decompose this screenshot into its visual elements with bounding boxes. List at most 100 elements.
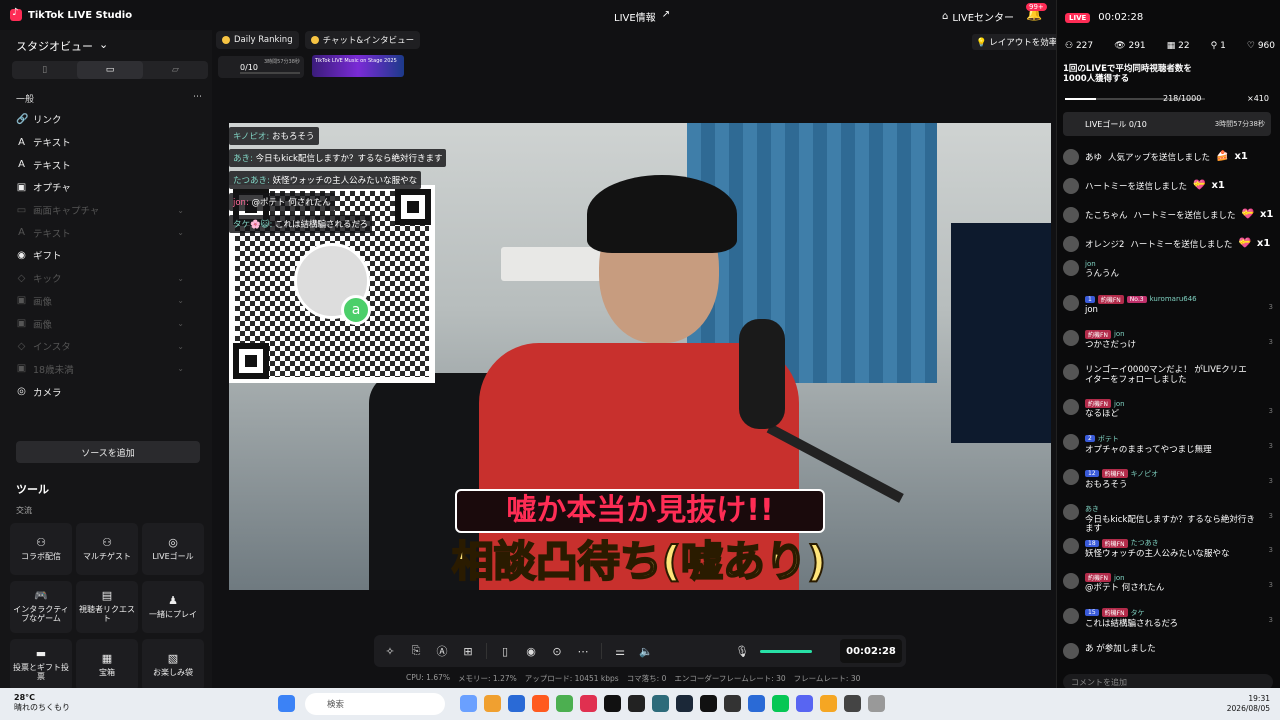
speaker-icon[interactable]: 🔈 xyxy=(638,645,654,658)
comment-user[interactable]: キノピオ xyxy=(1131,469,1159,479)
comment-user[interactable]: kuromaru646 xyxy=(1150,295,1197,303)
comment-item[interactable]: 1 約機FN No.3 kuromaru646 jon 3 xyxy=(1063,293,1275,328)
source-item[interactable]: 🔗 リンク xyxy=(16,108,202,131)
tool-button[interactable]: ⚇ コラボ配信 xyxy=(10,523,72,575)
gift-item[interactable]: たこちゃん ハートミーを送信しました 💝 x1 xyxy=(1063,200,1275,229)
comment-user[interactable]: jon xyxy=(1114,574,1125,582)
chrome-icon[interactable] xyxy=(556,695,573,712)
comment-user[interactable]: タケ xyxy=(1131,608,1145,618)
more-options-icon[interactable]: ⋯ xyxy=(575,645,591,658)
tool-button[interactable]: ♟ 一緒にプレイ xyxy=(142,581,204,633)
comment-item[interactable]: 18 約機FN たつあき 妖怪ウォッチの主人公みたいな服やな 3 xyxy=(1063,536,1275,571)
tool-button[interactable]: ▬ 投票とギフト投票 xyxy=(10,639,72,691)
live-goal-row[interactable]: LIVEゴール 0/10 3時間57分38秒 xyxy=(1063,112,1271,136)
portrait-icon[interactable]: ▯ xyxy=(497,645,513,658)
source-item[interactable]: A テキスト ⌄ xyxy=(16,221,202,244)
camera-toggle-icon[interactable]: ⊙ xyxy=(549,645,565,658)
source-group-header[interactable]: 一般 ⋯ xyxy=(16,92,202,105)
comment-user[interactable]: あき xyxy=(1085,504,1099,514)
app-icon[interactable] xyxy=(820,695,837,712)
app-icon[interactable] xyxy=(628,695,645,712)
mic-volume-slider[interactable] xyxy=(760,649,812,653)
taskview-icon[interactable] xyxy=(460,695,477,712)
source-item[interactable]: ▣ 画像 ⌄ xyxy=(16,312,202,335)
landscape-layout-icon[interactable]: ▭ xyxy=(77,61,143,79)
comment-item[interactable]: リンゴーイ0000マンだよ！ がLIVEクリエイターをフォローしました xyxy=(1063,362,1275,397)
add-source-button[interactable]: ソースを追加 xyxy=(16,441,200,463)
chevron-down-icon[interactable]: ⌄ xyxy=(177,364,184,373)
chevron-down-icon[interactable]: ⌄ xyxy=(177,342,184,351)
app-icon[interactable] xyxy=(700,695,717,712)
source-item[interactable]: ◇ インスタ ⌄ xyxy=(16,335,202,358)
comment-item[interactable]: あ が参加しました xyxy=(1063,641,1275,676)
tool-button[interactable]: ▧ お楽しみ袋 xyxy=(142,639,204,691)
source-item[interactable]: ◎ カメラ xyxy=(16,380,202,403)
comment-user[interactable]: ポテト xyxy=(1098,434,1119,444)
app-icon[interactable] xyxy=(652,695,669,712)
portrait-layout-icon[interactable]: ▯ xyxy=(12,61,77,79)
comment-item[interactable]: 約機FN jon なるほど 3 xyxy=(1063,397,1275,432)
more-icon[interactable]: ⋯ xyxy=(193,92,202,105)
chevron-down-icon[interactable]: ⌄ xyxy=(177,319,184,328)
tool-button[interactable]: ◎ LIVEゴール xyxy=(142,523,204,575)
record-icon[interactable]: ◉ xyxy=(523,645,539,658)
source-item[interactable]: ▣ オプチャ xyxy=(16,176,202,199)
steam-icon[interactable] xyxy=(676,695,693,712)
comment-item[interactable]: あき 今日もkick配信しますか？するなら絶対行きます 3 xyxy=(1063,502,1275,537)
chat-interview-chip[interactable]: チャット&インタビュー xyxy=(304,31,421,49)
chevron-down-icon[interactable]: ⌄ xyxy=(177,296,184,305)
start-icon[interactable] xyxy=(278,695,295,712)
overlay-chat[interactable]: キノピオ: おもろそう あき: 今日もkick配信しますか？するなら絶対行きますた… xyxy=(229,127,459,237)
app-icon[interactable] xyxy=(724,695,741,712)
music-on-stage-banner[interactable]: TikTok LIVE Music on Stage 2025 xyxy=(312,55,404,77)
studio-view-dropdown[interactable]: スタジオビュー ⌄ xyxy=(16,38,108,54)
settings-icon[interactable] xyxy=(868,695,885,712)
store-icon[interactable] xyxy=(508,695,525,712)
add-scene-icon[interactable]: ⊞ xyxy=(460,645,476,658)
comment-user[interactable]: jon xyxy=(1085,260,1096,268)
split-layout-icon[interactable]: ▱ xyxy=(143,61,208,79)
mixer-icon[interactable]: ⚌ xyxy=(612,645,628,658)
tool-button[interactable]: ⚇ マルチゲスト xyxy=(76,523,138,575)
app-icon[interactable] xyxy=(580,695,597,712)
tiktok-icon[interactable] xyxy=(604,695,621,712)
gift-item[interactable]: あゆ 人気アップを送信しました 🍰 x1 xyxy=(1063,142,1275,171)
comment-item[interactable]: 約機FN jon @ポテト 何されたん 3 xyxy=(1063,571,1275,606)
taskbar-search[interactable]: 検索 xyxy=(305,693,445,715)
comment-item[interactable]: 12 約機FN キノピオ おもろそう 3 xyxy=(1063,467,1275,502)
source-item[interactable]: ▣ 画像 ⌄ xyxy=(16,290,202,313)
comment-item[interactable]: 15 約機FN タケ これは結構騙されるだろ 3 xyxy=(1063,606,1275,641)
tool-button[interactable]: 🎮 インタラクティブなゲーム xyxy=(10,581,72,633)
comment-item[interactable]: jon うんうん xyxy=(1063,258,1275,293)
comment-user[interactable]: jon xyxy=(1114,330,1125,338)
live-center-button[interactable]: ⌂ LIVEセンター xyxy=(942,9,1014,24)
source-item[interactable]: ◉ ギフト xyxy=(16,244,202,267)
tool-button[interactable]: ▦ 宝箱 xyxy=(76,639,138,691)
microphone-icon[interactable]: 🎙 xyxy=(734,645,750,658)
app-icon[interactable] xyxy=(748,695,765,712)
chevron-down-icon[interactable]: ⌄ xyxy=(177,274,184,283)
source-item[interactable]: ▭ 画面キャプチャ ⌄ xyxy=(16,199,202,222)
screenshot-icon[interactable]: ⎘ xyxy=(408,644,424,658)
daily-ranking-chip[interactable]: Daily Ranking xyxy=(216,31,299,49)
line-icon[interactable] xyxy=(772,695,789,712)
comment-item[interactable]: 2 ポテト オプチャのままってやつまじ無理 3 xyxy=(1063,432,1275,467)
source-item[interactable]: ◇ キック ⌄ xyxy=(16,267,202,290)
ai-icon[interactable]: Ⓐ xyxy=(434,643,450,659)
live-goal-card[interactable]: 1回のLIVEで平均同時視聴者数を1000人獲得する 218/1000 ×410 xyxy=(1063,64,1275,108)
magic-icon[interactable]: ✧ xyxy=(382,645,398,658)
stream-preview-canvas[interactable]: a キノピオ: おもろそう あき: 今日もkick配信しますか？するなら絶対行きま… xyxy=(229,123,1051,590)
source-item[interactable]: ▣ 18歳未満 ⌄ xyxy=(16,358,202,381)
comment-user[interactable]: jon xyxy=(1114,400,1125,408)
brave-icon[interactable] xyxy=(532,695,549,712)
discord-icon[interactable] xyxy=(796,695,813,712)
live-goal-widget[interactable]: 0/10 3時間57分38秒 xyxy=(218,56,304,78)
taskbar-clock[interactable]: 19:31 2026/08/05 xyxy=(1227,694,1270,714)
source-item[interactable]: A テキスト xyxy=(16,153,202,176)
notification-bell-icon[interactable]: 🔔 99+ xyxy=(1026,3,1047,22)
chevron-down-icon[interactable]: ⌄ xyxy=(177,228,184,237)
chevron-down-icon[interactable]: ⌄ xyxy=(177,206,184,215)
comment-item[interactable]: 約機FN jon つかさだっけ 3 xyxy=(1063,328,1275,363)
source-item[interactable]: A テキスト xyxy=(16,131,202,154)
gift-item[interactable]: ハートミーを送信しました 💝 x1 xyxy=(1063,171,1275,200)
